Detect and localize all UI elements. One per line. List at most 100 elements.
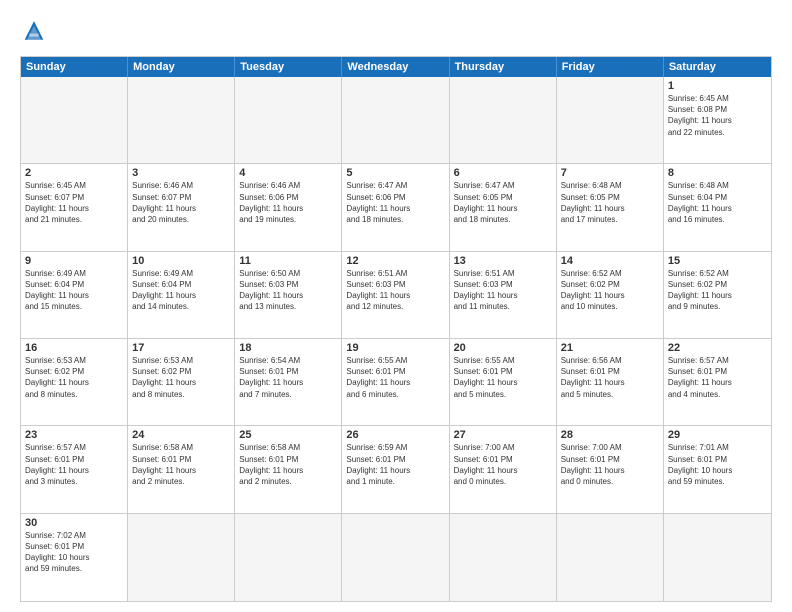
day-cell-2: 2Sunrise: 6:45 AM Sunset: 6:07 PM Daylig…	[21, 164, 128, 251]
day-number: 30	[25, 517, 123, 529]
sun-info: Sunrise: 6:51 AM Sunset: 6:03 PM Dayligh…	[454, 268, 552, 313]
day-cell-18: 18Sunrise: 6:54 AM Sunset: 6:01 PM Dayli…	[235, 339, 342, 426]
day-number: 29	[668, 429, 767, 441]
sun-info: Sunrise: 6:45 AM Sunset: 6:08 PM Dayligh…	[668, 93, 767, 138]
day-cell-3: 3Sunrise: 6:46 AM Sunset: 6:07 PM Daylig…	[128, 164, 235, 251]
day-number: 11	[239, 255, 337, 267]
day-cell-5: 5Sunrise: 6:47 AM Sunset: 6:06 PM Daylig…	[342, 164, 449, 251]
day-cell-25: 25Sunrise: 6:58 AM Sunset: 6:01 PM Dayli…	[235, 426, 342, 513]
day-number: 26	[346, 429, 444, 441]
header	[20, 18, 772, 46]
empty-cell	[235, 77, 342, 164]
day-cell-7: 7Sunrise: 6:48 AM Sunset: 6:05 PM Daylig…	[557, 164, 664, 251]
sun-info: Sunrise: 6:46 AM Sunset: 6:07 PM Dayligh…	[132, 180, 230, 225]
day-number: 1	[668, 80, 767, 92]
day-cell-24: 24Sunrise: 6:58 AM Sunset: 6:01 PM Dayli…	[128, 426, 235, 513]
day-header-thursday: Thursday	[450, 57, 557, 77]
day-header-monday: Monday	[128, 57, 235, 77]
day-number: 14	[561, 255, 659, 267]
calendar-body: 1Sunrise: 6:45 AM Sunset: 6:08 PM Daylig…	[21, 77, 771, 601]
sun-info: Sunrise: 6:56 AM Sunset: 6:01 PM Dayligh…	[561, 355, 659, 400]
sun-info: Sunrise: 6:54 AM Sunset: 6:01 PM Dayligh…	[239, 355, 337, 400]
sun-info: Sunrise: 6:59 AM Sunset: 6:01 PM Dayligh…	[346, 442, 444, 487]
day-number: 20	[454, 342, 552, 354]
day-cell-10: 10Sunrise: 6:49 AM Sunset: 6:04 PM Dayli…	[128, 252, 235, 339]
sun-info: Sunrise: 6:48 AM Sunset: 6:05 PM Dayligh…	[561, 180, 659, 225]
day-header-saturday: Saturday	[664, 57, 771, 77]
day-header-tuesday: Tuesday	[235, 57, 342, 77]
calendar: SundayMondayTuesdayWednesdayThursdayFrid…	[20, 56, 772, 602]
day-cell-22: 22Sunrise: 6:57 AM Sunset: 6:01 PM Dayli…	[664, 339, 771, 426]
sun-info: Sunrise: 6:49 AM Sunset: 6:04 PM Dayligh…	[25, 268, 123, 313]
logo-icon	[20, 18, 48, 46]
sun-info: Sunrise: 6:55 AM Sunset: 6:01 PM Dayligh…	[454, 355, 552, 400]
day-cell-30: 30Sunrise: 7:02 AM Sunset: 6:01 PM Dayli…	[21, 514, 128, 601]
day-header-wednesday: Wednesday	[342, 57, 449, 77]
day-number: 5	[346, 167, 444, 179]
day-number: 4	[239, 167, 337, 179]
day-number: 9	[25, 255, 123, 267]
day-number: 12	[346, 255, 444, 267]
sun-info: Sunrise: 7:01 AM Sunset: 6:01 PM Dayligh…	[668, 442, 767, 487]
sun-info: Sunrise: 6:53 AM Sunset: 6:02 PM Dayligh…	[132, 355, 230, 400]
sun-info: Sunrise: 6:57 AM Sunset: 6:01 PM Dayligh…	[25, 442, 123, 487]
day-cell-8: 8Sunrise: 6:48 AM Sunset: 6:04 PM Daylig…	[664, 164, 771, 251]
page: SundayMondayTuesdayWednesdayThursdayFrid…	[0, 0, 792, 612]
day-number: 7	[561, 167, 659, 179]
day-cell-15: 15Sunrise: 6:52 AM Sunset: 6:02 PM Dayli…	[664, 252, 771, 339]
sun-info: Sunrise: 6:45 AM Sunset: 6:07 PM Dayligh…	[25, 180, 123, 225]
sun-info: Sunrise: 7:00 AM Sunset: 6:01 PM Dayligh…	[561, 442, 659, 487]
day-number: 3	[132, 167, 230, 179]
day-cell-12: 12Sunrise: 6:51 AM Sunset: 6:03 PM Dayli…	[342, 252, 449, 339]
day-number: 24	[132, 429, 230, 441]
day-cell-16: 16Sunrise: 6:53 AM Sunset: 6:02 PM Dayli…	[21, 339, 128, 426]
sun-info: Sunrise: 6:49 AM Sunset: 6:04 PM Dayligh…	[132, 268, 230, 313]
sun-info: Sunrise: 6:47 AM Sunset: 6:06 PM Dayligh…	[346, 180, 444, 225]
sun-info: Sunrise: 6:47 AM Sunset: 6:05 PM Dayligh…	[454, 180, 552, 225]
empty-cell	[557, 514, 664, 601]
sun-info: Sunrise: 6:58 AM Sunset: 6:01 PM Dayligh…	[239, 442, 337, 487]
sun-info: Sunrise: 6:53 AM Sunset: 6:02 PM Dayligh…	[25, 355, 123, 400]
day-header-sunday: Sunday	[21, 57, 128, 77]
day-cell-6: 6Sunrise: 6:47 AM Sunset: 6:05 PM Daylig…	[450, 164, 557, 251]
day-cell-23: 23Sunrise: 6:57 AM Sunset: 6:01 PM Dayli…	[21, 426, 128, 513]
day-number: 8	[668, 167, 767, 179]
day-header-friday: Friday	[557, 57, 664, 77]
day-cell-17: 17Sunrise: 6:53 AM Sunset: 6:02 PM Dayli…	[128, 339, 235, 426]
day-cell-27: 27Sunrise: 7:00 AM Sunset: 6:01 PM Dayli…	[450, 426, 557, 513]
sun-info: Sunrise: 6:50 AM Sunset: 6:03 PM Dayligh…	[239, 268, 337, 313]
sun-info: Sunrise: 6:46 AM Sunset: 6:06 PM Dayligh…	[239, 180, 337, 225]
calendar-header: SundayMondayTuesdayWednesdayThursdayFrid…	[21, 57, 771, 77]
day-cell-19: 19Sunrise: 6:55 AM Sunset: 6:01 PM Dayli…	[342, 339, 449, 426]
day-number: 21	[561, 342, 659, 354]
day-cell-1: 1Sunrise: 6:45 AM Sunset: 6:08 PM Daylig…	[664, 77, 771, 164]
day-cell-29: 29Sunrise: 7:01 AM Sunset: 6:01 PM Dayli…	[664, 426, 771, 513]
day-number: 2	[25, 167, 123, 179]
empty-cell	[235, 514, 342, 601]
sun-info: Sunrise: 6:48 AM Sunset: 6:04 PM Dayligh…	[668, 180, 767, 225]
day-number: 6	[454, 167, 552, 179]
empty-cell	[128, 77, 235, 164]
day-number: 28	[561, 429, 659, 441]
day-cell-13: 13Sunrise: 6:51 AM Sunset: 6:03 PM Dayli…	[450, 252, 557, 339]
day-cell-9: 9Sunrise: 6:49 AM Sunset: 6:04 PM Daylig…	[21, 252, 128, 339]
sun-info: Sunrise: 7:00 AM Sunset: 6:01 PM Dayligh…	[454, 442, 552, 487]
day-number: 19	[346, 342, 444, 354]
empty-cell	[342, 514, 449, 601]
empty-cell	[450, 514, 557, 601]
sun-info: Sunrise: 6:55 AM Sunset: 6:01 PM Dayligh…	[346, 355, 444, 400]
empty-cell	[664, 514, 771, 601]
sun-info: Sunrise: 7:02 AM Sunset: 6:01 PM Dayligh…	[25, 530, 123, 575]
sun-info: Sunrise: 6:51 AM Sunset: 6:03 PM Dayligh…	[346, 268, 444, 313]
empty-cell	[557, 77, 664, 164]
empty-cell	[342, 77, 449, 164]
day-cell-11: 11Sunrise: 6:50 AM Sunset: 6:03 PM Dayli…	[235, 252, 342, 339]
day-cell-14: 14Sunrise: 6:52 AM Sunset: 6:02 PM Dayli…	[557, 252, 664, 339]
day-number: 15	[668, 255, 767, 267]
day-number: 27	[454, 429, 552, 441]
logo	[20, 18, 52, 46]
day-number: 22	[668, 342, 767, 354]
day-cell-21: 21Sunrise: 6:56 AM Sunset: 6:01 PM Dayli…	[557, 339, 664, 426]
day-number: 23	[25, 429, 123, 441]
sun-info: Sunrise: 6:57 AM Sunset: 6:01 PM Dayligh…	[668, 355, 767, 400]
